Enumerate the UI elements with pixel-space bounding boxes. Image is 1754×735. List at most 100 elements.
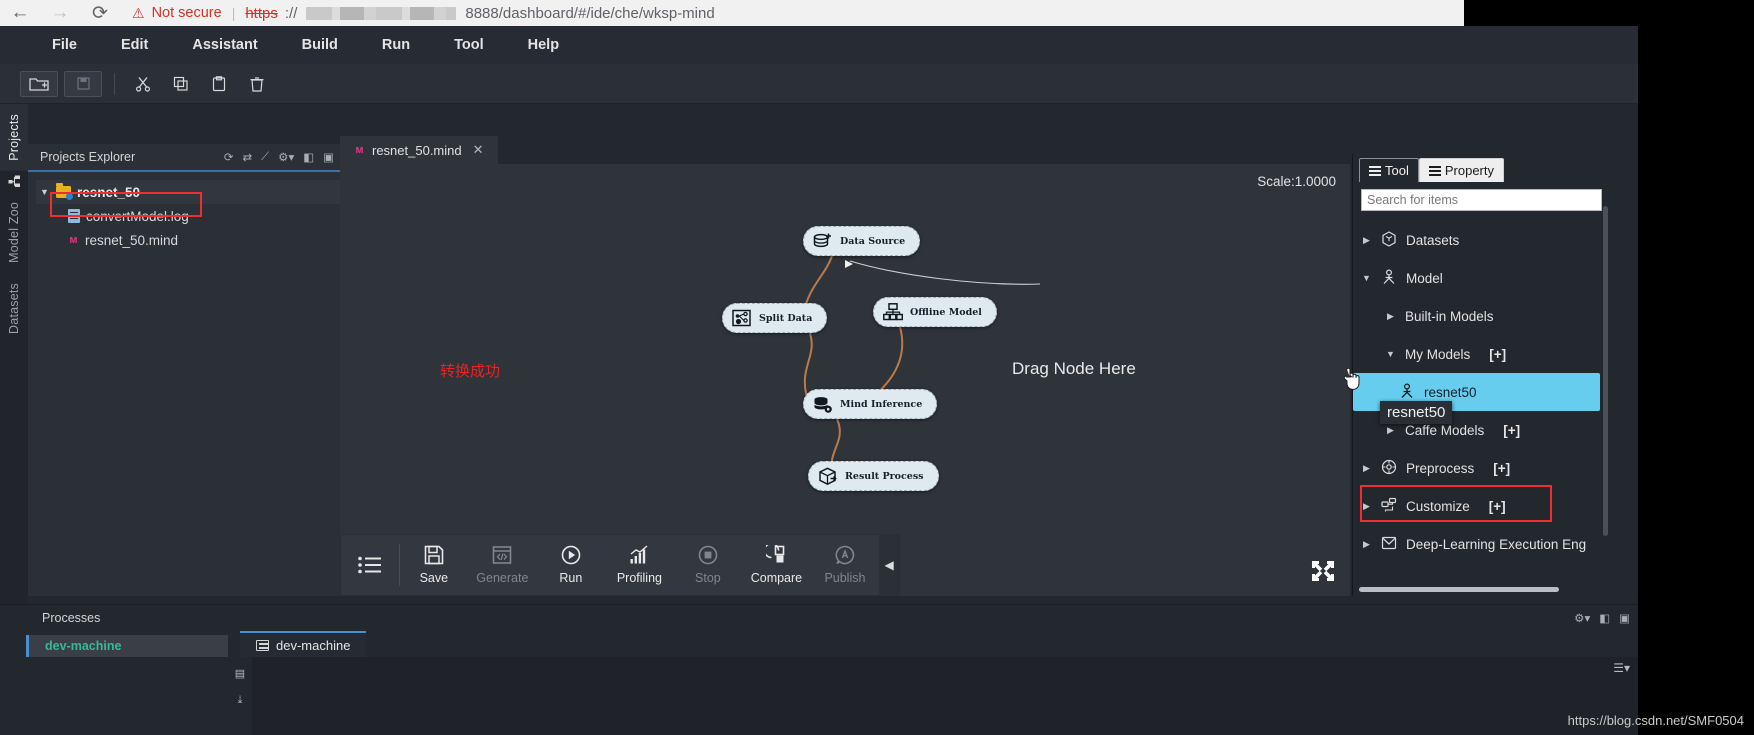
- chevron-right-icon[interactable]: ▶: [1361, 501, 1372, 512]
- chevron-down-icon[interactable]: ▼: [1385, 349, 1396, 359]
- forward-icon[interactable]: →: [40, 0, 80, 26]
- back-icon[interactable]: ←: [0, 0, 40, 26]
- tool-tree-label: Preprocess: [1406, 460, 1475, 476]
- tool-tree-item-customize[interactable]: ▶ Customize [+]: [1353, 487, 1610, 525]
- tooltip-resnet50: resnet50: [1380, 401, 1453, 424]
- pipeline-node-split-data[interactable]: Split Data: [722, 303, 828, 333]
- profiling-button[interactable]: Profiling: [605, 545, 674, 585]
- tab-resnet50-mind[interactable]: м resnet_50.mind ✕: [340, 136, 498, 164]
- maximize-icon[interactable]: ▣: [1619, 611, 1630, 625]
- compare-button[interactable]: Compare: [742, 542, 811, 585]
- tree-row-project[interactable]: ▼ resnet_50: [36, 180, 340, 204]
- tab-property[interactable]: Property: [1418, 158, 1504, 182]
- tab-dev-machine[interactable]: dev-machine: [240, 631, 367, 657]
- close-icon[interactable]: ✕: [473, 142, 484, 158]
- chevron-right-icon[interactable]: ▶: [1361, 463, 1372, 474]
- paste-icon[interactable]: [203, 71, 235, 97]
- maximize-icon[interactable]: ▣: [323, 150, 334, 164]
- pipeline-canvas[interactable]: Scale:1.0000 Drag Node Here 转换成功 Data So…: [340, 164, 1350, 596]
- menu-build[interactable]: Build: [280, 26, 360, 64]
- panel-menu-icon[interactable]: ☰▾: [1613, 661, 1630, 675]
- settings-icon[interactable]: ⚙▾: [278, 150, 294, 164]
- generate-button[interactable]: Generate: [468, 545, 537, 585]
- save-button[interactable]: Save: [400, 545, 469, 585]
- menu-file[interactable]: File: [30, 26, 99, 64]
- menu-edit[interactable]: Edit: [99, 26, 170, 64]
- tree-row-mind-file[interactable]: м resnet_50.mind: [36, 228, 340, 252]
- settings-icon[interactable]: ⚙▾: [1574, 611, 1590, 625]
- pipeline-node-offline-model[interactable]: Offline Model: [873, 297, 997, 327]
- tool-panel-scrollbar[interactable]: [1603, 206, 1608, 536]
- address-bar[interactable]: ⚠ Not secure | https :// 8888/dashboard/…: [120, 0, 1652, 26]
- chevron-down-icon[interactable]: ▼: [40, 187, 50, 197]
- delete-icon[interactable]: [241, 71, 273, 97]
- minimize-icon[interactable]: ◧: [303, 150, 314, 164]
- pipeline-node-result-process[interactable]: Result Process: [808, 461, 939, 491]
- tool-tree-label: Deep-Learning Execution Eng: [1406, 536, 1587, 552]
- clear-terminal-icon[interactable]: ▤: [235, 667, 245, 680]
- processes-machine-list: dev-machine: [0, 631, 228, 735]
- chevron-right-icon[interactable]: ▶: [1361, 539, 1372, 550]
- download-log-icon[interactable]: ⤓: [238, 694, 243, 707]
- warning-triangle-icon: ⚠: [132, 5, 145, 21]
- preprocess-icon: [1381, 459, 1397, 478]
- link-icon[interactable]: ⇄: [242, 150, 252, 164]
- list-item-dev-machine[interactable]: dev-machine: [26, 635, 228, 657]
- tool-tree-item-my-models[interactable]: ▼ My Models [+]: [1353, 335, 1610, 373]
- add-customize-button[interactable]: [+]: [1489, 499, 1506, 514]
- model-icon: [1399, 382, 1415, 402]
- reload-icon[interactable]: ⟳: [80, 0, 120, 26]
- tool-tree-item-datasets[interactable]: ▶ Datasets: [1353, 221, 1610, 259]
- chevron-right-icon[interactable]: ▶: [1361, 235, 1372, 246]
- tool-tree-item-preprocess[interactable]: ▶ Preprocess [+]: [1353, 449, 1610, 487]
- new-project-button[interactable]: [20, 70, 58, 97]
- minimize-icon[interactable]: ◧: [1599, 611, 1610, 625]
- page-title: Projects Explorer: [40, 150, 136, 164]
- ide-menubar: File Edit Assistant Build Run Tool Help: [0, 26, 1638, 64]
- stop-button[interactable]: Stop: [674, 545, 743, 585]
- sidebar-item-datasets[interactable]: Datasets: [0, 273, 28, 344]
- compare-shapes-icon: [764, 542, 786, 568]
- processes-body: dev-machine dev-machine ▤ ⤓ ☰▾: [0, 631, 1638, 735]
- search-placeholder: Search for items: [1367, 193, 1459, 207]
- cut-icon[interactable]: [127, 71, 159, 97]
- add-caffe-model-button[interactable]: [+]: [1503, 423, 1520, 438]
- copy-icon[interactable]: [165, 71, 197, 97]
- customize-icon: [1381, 497, 1397, 516]
- split-data-icon: [732, 309, 752, 327]
- menu-assistant[interactable]: Assistant: [170, 26, 279, 64]
- run-button[interactable]: Run: [537, 545, 606, 585]
- pipeline-node-data-source[interactable]: Data Source: [803, 226, 921, 256]
- tool-tree-item-deep-learning-engine[interactable]: ▶ Deep-Learning Execution Eng: [1353, 525, 1610, 563]
- chevron-right-icon[interactable]: ▶: [1385, 425, 1396, 436]
- terminal-output[interactable]: [252, 657, 1638, 735]
- sidebar-item-projects[interactable]: Projects: [0, 104, 28, 171]
- menu-tool[interactable]: Tool: [432, 26, 506, 64]
- tool-tree-item-builtin-models[interactable]: ▶ Built-in Models: [1353, 297, 1610, 335]
- tree-label-project: resnet_50: [77, 184, 141, 200]
- pipeline-action-bar: Save Generate Run Profiling Stop Compare…: [340, 534, 900, 596]
- log-file-icon: [68, 209, 80, 223]
- tree-row-convert-log[interactable]: convertModel.log: [36, 204, 340, 228]
- menu-run[interactable]: Run: [360, 26, 432, 64]
- chevron-down-icon[interactable]: ▼: [1361, 273, 1372, 283]
- add-model-button[interactable]: [+]: [1489, 347, 1506, 362]
- save-toolbar-button[interactable]: [64, 70, 102, 97]
- list-menu-icon[interactable]: [341, 556, 399, 574]
- refresh-icon[interactable]: ⟳: [224, 150, 234, 164]
- menu-help[interactable]: Help: [506, 26, 581, 64]
- add-preprocess-button[interactable]: [+]: [1493, 461, 1510, 476]
- chevron-left-icon[interactable]: ◀: [879, 534, 900, 596]
- tab-tool[interactable]: Tool: [1359, 158, 1419, 182]
- chevron-right-icon[interactable]: ▶: [1385, 311, 1396, 322]
- pipeline-node-mind-inference[interactable]: Mind Inference: [803, 389, 938, 419]
- search-input[interactable]: Search for items: [1361, 189, 1602, 211]
- tool-panel-hscrollbar[interactable]: [1359, 587, 1559, 592]
- sidebar-item-model-zoo[interactable]: Model Zoo: [0, 192, 28, 273]
- tool-tree-label: Model: [1406, 270, 1443, 286]
- expand-fullscreen-icon[interactable]: [1310, 560, 1336, 588]
- action-label: Stop: [695, 571, 721, 585]
- tool-tree-item-model[interactable]: ▼ Model: [1353, 259, 1610, 297]
- collapse-icon[interactable]: ⟋: [261, 151, 269, 164]
- publish-button[interactable]: Publish: [811, 545, 880, 585]
